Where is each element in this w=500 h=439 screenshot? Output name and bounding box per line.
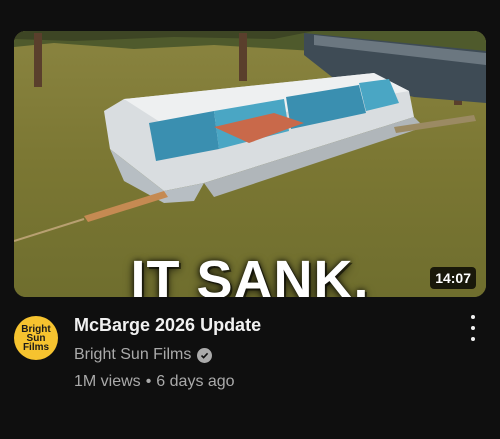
video-meta: Bright Sun Films McBarge 2026 Update Bri… — [14, 312, 486, 402]
thumbnail-caption: IT SANK. — [130, 250, 370, 297]
channel-name: Bright Sun Films — [74, 346, 192, 363]
upload-age: 6 days ago — [156, 373, 235, 390]
more-vertical-icon[interactable] — [464, 315, 482, 341]
channel-link[interactable]: Bright Sun Films — [74, 346, 213, 364]
video-title[interactable]: McBarge 2026 Update — [74, 315, 261, 336]
stats-separator: • — [145, 373, 152, 390]
view-count: 1M views — [74, 373, 141, 390]
verified-check-icon — [197, 347, 213, 363]
duration-badge: 14:07 — [430, 267, 476, 289]
video-thumbnail[interactable]: IT SANK. 14:07 — [14, 31, 486, 297]
channel-avatar[interactable]: Bright Sun Films — [14, 316, 58, 360]
avatar-text-line-3: Films — [22, 341, 50, 353]
video-stats: 1M views • 6 days ago — [74, 373, 235, 391]
